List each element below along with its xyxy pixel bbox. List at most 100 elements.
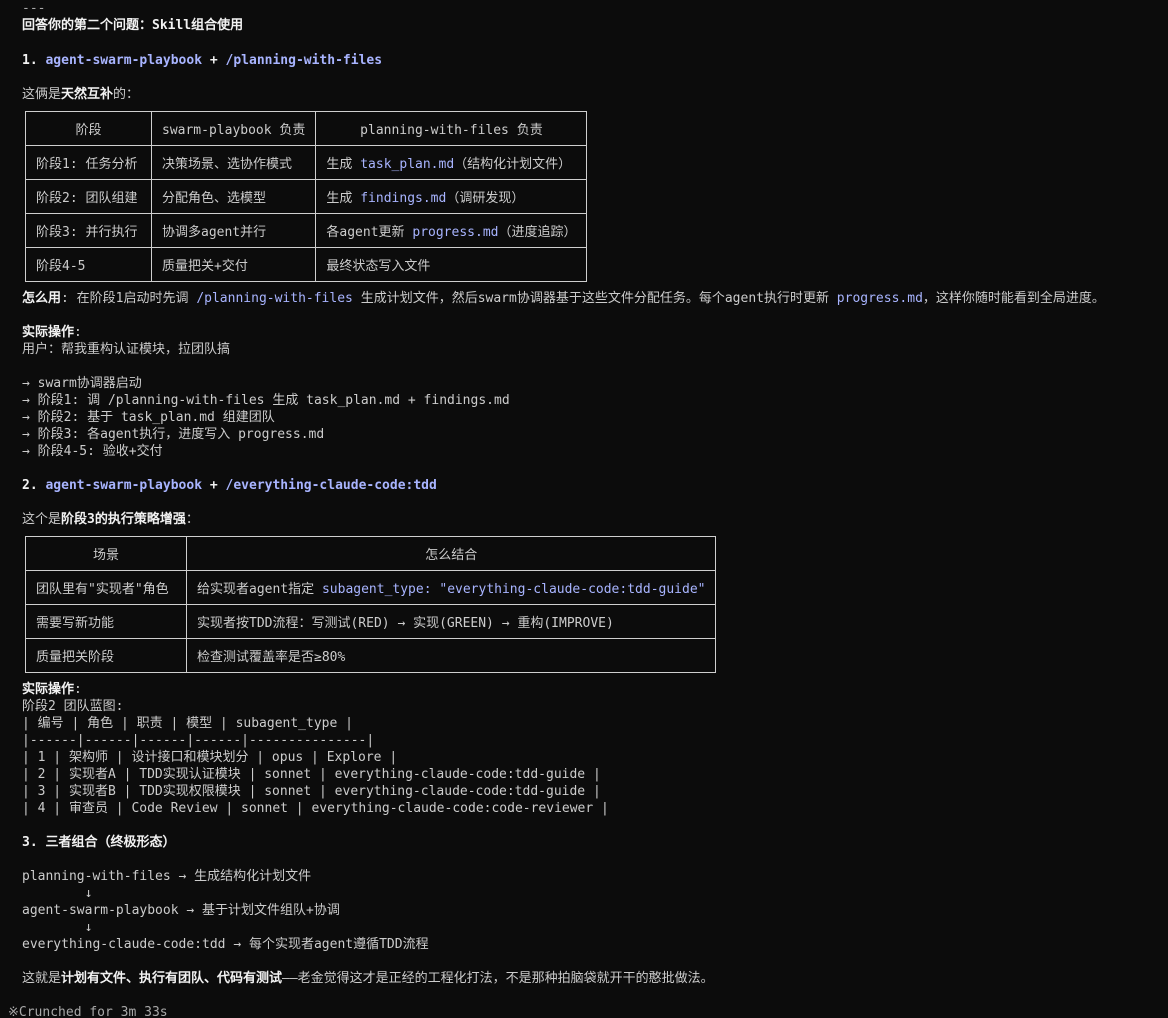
table-header-cell: 阶段 [25,111,152,146]
section2-intro-pre: 这个是 [22,512,62,527]
cell-code: subagent_type: "everything-claude-code:t… [321,582,706,597]
cell-text: （结构化计划文件） [454,157,572,172]
table-header-row: 阶段 swarm-playbook 负责 planning-with-files… [25,111,588,146]
section3-title: 3. 三者组合（终极形态） [22,835,176,850]
practice-colon: : [74,325,82,340]
table-row: 阶段1: 任务分析 决策场景、选协作模式 生成 task_plan.md（结构化… [25,145,588,180]
section1-plus: + [209,53,218,68]
how-to-code: progress.md [836,291,923,306]
practice-heading-1: 实际操作: [22,324,82,341]
cell-code: progress.md [412,225,499,240]
table-cell-scene: 质量把关阶段 [25,638,187,673]
section1-intro-post: 的： [113,87,140,102]
table-cell-stage: 阶段4-5 [25,247,152,282]
sparkle-icon: ※ [8,1005,19,1018]
practice-colon: : [74,682,82,697]
how-to-text: ，这样你随时能看到全局进度。 [922,291,1105,306]
flow-line: agent-swarm-playbook → 基于计划文件组队+协调 [22,903,340,918]
section2-intro: 这个是阶段3的执行策略增强： [22,511,199,528]
table-cell-scene: 需要写新功能 [25,604,187,639]
section1-skill-a: agent-swarm-playbook [45,53,203,68]
section2-skill-b: /everything-claude-code:tdd [225,478,437,493]
table-cell-how: 检查测试覆盖率是否≥80% [185,638,717,673]
practice-line: → 阶段1: 调 /planning-with-files 生成 task_pl… [22,393,510,408]
cell-code: task_plan.md [360,157,455,172]
how-to-text: : 在阶段1启动时先调 [61,291,197,306]
summary-paragraph: 这就是计划有文件、执行有团队、代码有测试——老金觉得这才是正经的工程化打法，不是… [22,970,714,987]
blueprint-line: | 3 | 实现者B | TDD实现权限模块 | sonnet | everyt… [22,784,601,799]
table-header-row: 场景 怎么结合 [25,536,717,571]
table-row: 阶段3: 并行执行 协调多agent并行 各agent更新 progress.m… [25,213,588,248]
how-to-code: /planning-with-files [196,291,353,306]
table-cell-pwf: 各agent更新 progress.md（进度追踪） [315,213,588,248]
table-cell-pwf: 生成 task_plan.md（结构化计划文件） [315,145,588,180]
table-cell-stage: 阶段2: 团队组建 [25,179,152,214]
how-to-label: 怎么用 [22,291,62,306]
flow-arrow: ↓ [22,886,93,901]
section2-intro-bold: 阶段3的执行策略增强 [61,512,186,527]
status-text: Crunched for 3m 33s [18,1005,168,1018]
blueprint-line: 阶段2 团队蓝图: [22,699,124,714]
answer-heading: 回答你的第二个问题：Skill组合使用 [22,18,244,33]
section2-plus: + [209,478,218,493]
summary-pre: 这就是 [22,971,62,986]
table-cell-stage: 阶段3: 并行执行 [25,213,152,248]
table-cell-swarm: 分配角色、选模型 [150,179,317,214]
table-cell-how: 实现者按TDD流程：写测试(RED) → 实现(GREEN) → 重构(IMPR… [185,604,717,639]
section1-intro-bold: 天然互补 [61,87,114,102]
practice-line: → 阶段2: 基于 task_plan.md 组建团队 [22,410,275,425]
section1-skill-b: /planning-with-files [225,53,383,68]
cell-text: （进度追踪） [498,225,577,240]
practice-heading-2: 实际操作: [22,681,82,698]
cell-code: findings.md [360,191,447,206]
practice-line: → swarm协调器启动 [22,376,142,391]
blueprint-line: | 编号 | 角色 | 职责 | 模型 | subagent_type | [22,716,353,731]
table-cell-swarm: 协调多agent并行 [150,213,317,248]
practice-label: 实际操作 [22,682,75,697]
section1-title: 1. agent-swarm-playbook + /planning-with… [22,52,382,69]
section1-intro-pre: 这俩是 [22,87,62,102]
table-cell-pwf: 生成 findings.md（调研发现） [315,179,588,214]
table-header-cell: 怎么结合 [185,536,717,571]
blueprint-line: | 1 | 架构师 | 设计接口和模块划分 | opus | Explore | [22,750,398,765]
cell-text: 给实现者agent指定 [197,582,322,597]
cell-text: 生成 [326,191,361,206]
practice-line: → 阶段3: 各agent执行，进度写入 progress.md [22,427,325,442]
practice-label: 实际操作 [22,325,75,340]
flow-arrow: ↓ [22,920,93,935]
table-cell-stage: 阶段1: 任务分析 [25,145,152,180]
practice-line: 用户：帮我重构认证模块，拉团队搞 [22,342,231,357]
blueprint-line: | 4 | 审查员 | Code Review | sonnet | every… [22,801,609,816]
section2-number: 2. [22,478,38,493]
table-header-cell: 场景 [25,536,187,571]
section2-title: 2. agent-swarm-playbook + /everything-cl… [22,477,437,494]
table-cell-pwf: 最终状态写入文件 [315,247,588,282]
section2-skill-a: agent-swarm-playbook [45,478,203,493]
cell-text: 各agent更新 [326,225,413,240]
section1-number: 1. [22,53,38,68]
table-header-cell: planning-with-files 负责 [315,111,588,146]
table-row: 质量把关阶段 检查测试覆盖率是否≥80% [25,638,717,673]
table-row: 阶段4-5 质量把关+交付 最终状态写入文件 [25,247,588,282]
practice-line: → 阶段4-5: 验收+交付 [22,444,163,459]
table-row: 需要写新功能 实现者按TDD流程：写测试(RED) → 实现(GREEN) → … [25,604,717,639]
how-to-paragraph: 怎么用: 在阶段1启动时先调 /planning-with-files 生成计划… [22,290,1105,307]
summary-bold: 计划有文件、执行有团队、代码有测试 [61,971,283,986]
table-cell-swarm: 质量把关+交付 [150,247,317,282]
table-header-cell: swarm-playbook 负责 [150,111,317,146]
table-cell-swarm: 决策场景、选协作模式 [150,145,317,180]
flow-line: planning-with-files → 生成结构化计划文件 [22,869,312,884]
blueprint-line: | 2 | 实现者A | TDD实现认证模块 | sonnet | everyt… [22,767,601,782]
section2-intro-post: ： [185,512,199,527]
separator-line: --- [22,1,46,16]
table-tdd-combination: 场景 怎么结合 团队里有"实现者"角色 给实现者agent指定 subagent… [25,536,717,673]
table-cell-scene: 团队里有"实现者"角色 [25,570,187,605]
table-skill-responsibilities: 阶段 swarm-playbook 负责 planning-with-files… [25,111,588,282]
blueprint-line: |------|------|------|------|-----------… [22,733,375,748]
flow-line: everything-claude-code:tdd → 每个实现者agent遵… [22,937,429,952]
how-to-text: 生成计划文件，然后swarm协调器基于这些文件分配任务。每个agent执行时更新 [352,291,837,306]
status-line: ※Crunched for 3m 33s [8,1004,168,1018]
section1-intro: 这俩是天然互补的： [22,86,139,103]
table-row: 团队里有"实现者"角色 给实现者agent指定 subagent_type: "… [25,570,717,605]
table-row: 阶段2: 团队组建 分配角色、选模型 生成 findings.md（调研发现） [25,179,588,214]
